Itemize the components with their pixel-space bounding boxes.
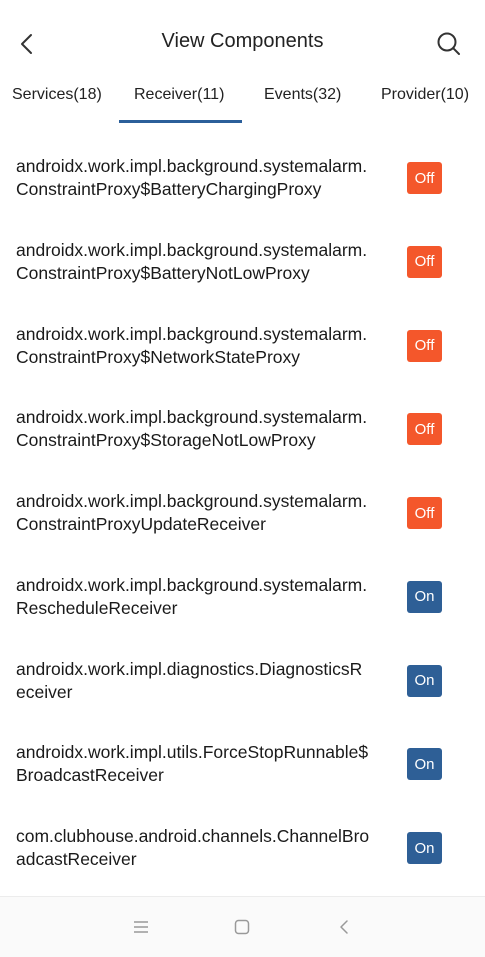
component-row[interactable]: androidx.work.impl.background.systemalar… (0, 475, 485, 559)
component-name-line-2: BroadcastReceiver (16, 765, 164, 786)
component-row[interactable]: androidx.work.impl.background.systemalar… (0, 308, 485, 392)
component-name-line-1: androidx.work.impl.background.systemalar… (16, 156, 368, 176)
component-row[interactable]: androidx.work.impl.background.systemalar… (0, 391, 485, 475)
component-name-line-1: com.clubhouse.android.channels.ChannelBr… (16, 826, 370, 846)
component-name: androidx.work.impl.background.systemalar… (16, 574, 401, 620)
component-row[interactable]: com.clubhouse.android.channels.ChannelBr… (0, 810, 485, 894)
component-name-line-1: androidx.work.impl.background.systemalar… (16, 239, 368, 260)
component-name: androidx.work.impl.utils.ForceStopRunnab… (16, 741, 401, 787)
component-row[interactable]: androidx.work.impl.diagnostics.Diagnosti… (0, 643, 485, 727)
component-name: androidx.work.impl.background.systemalar… (16, 490, 401, 536)
component-row[interactable]: androidx.work.impl.background.systemalar… (0, 559, 485, 643)
nav-home-button[interactable] (230, 915, 254, 939)
toggle-off-button[interactable]: Off (407, 497, 442, 529)
toggle-on-button[interactable]: On (407, 748, 442, 781)
component-name-line-1: androidx.work.impl.background.systemalar… (16, 574, 368, 595)
component-name: androidx.work.impl.background.systemalar… (16, 406, 401, 452)
search-button[interactable] (429, 24, 469, 64)
toggle-off-button[interactable]: Off (407, 162, 442, 194)
component-name-line-2: ConstraintProxy$BatteryNotLowProxy (16, 262, 310, 283)
component-name-line-2: RescheduleReceiver (16, 597, 178, 618)
component-name-line-2: ConstraintProxyUpdateReceiver (16, 514, 266, 534)
home-icon (234, 919, 250, 935)
nav-menu-button[interactable] (129, 915, 153, 939)
menu-icon (134, 921, 148, 933)
toggle-off-button[interactable]: Off (407, 413, 442, 446)
toggle-on-button[interactable]: On (407, 832, 442, 864)
system-nav-bar (0, 896, 485, 957)
component-name: androidx.work.impl.background.systemalar… (16, 155, 401, 201)
component-name: androidx.work.impl.background.systemalar… (16, 323, 401, 369)
active-tab-indicator (119, 120, 242, 123)
tab-provider[interactable]: Provider(10) (381, 86, 469, 104)
nav-back-button[interactable] (332, 915, 356, 939)
component-name-line-2: ConstraintProxy$StorageNotLowProxy (16, 430, 316, 451)
component-name-line-1: androidx.work.impl.utils.ForceStopRunnab… (16, 742, 369, 763)
component-name-line-2: ConstraintProxy$NetworkStateProxy (16, 346, 300, 367)
tab-receiver[interactable]: Receiver(11) (134, 86, 224, 104)
component-name: androidx.work.impl.diagnostics.Diagnosti… (16, 658, 401, 704)
tab-events[interactable]: Events(32) (264, 86, 341, 104)
component-name-line-1: androidx.work.impl.background.systemalar… (16, 407, 368, 428)
component-name-line-2: eceiver (16, 681, 73, 702)
component-row[interactable]: androidx.work.impl.background.systemalar… (0, 140, 485, 224)
component-name-line-1: androidx.work.impl.diagnostics.Diagnosti… (16, 658, 363, 679)
search-icon (437, 32, 460, 55)
tab-bar: Services(18) Receiver(11) Events(32) Pro… (0, 74, 485, 124)
component-name-line-1: androidx.work.impl.background.systemalar… (16, 491, 368, 511)
component-name-line-2: adcastReceiver (16, 849, 137, 869)
toggle-off-button[interactable]: Off (407, 329, 442, 362)
toggle-on-button[interactable]: On (407, 580, 442, 613)
page-title: View Components (161, 30, 324, 52)
toggle-off-button[interactable]: Off (407, 245, 442, 278)
component-row[interactable]: androidx.work.impl.utils.ForceStopRunnab… (0, 726, 485, 810)
component-name: com.clubhouse.android.channels.ChannelBr… (16, 825, 401, 871)
component-list: androidx.work.impl.background.systemalar… (0, 140, 485, 894)
component-name-line-1: androidx.work.impl.background.systemalar… (16, 323, 368, 344)
component-name: androidx.work.impl.background.systemalar… (16, 239, 401, 285)
component-row[interactable]: androidx.work.impl.background.systemalar… (0, 224, 485, 308)
back-icon (340, 920, 348, 934)
component-name-line-2: ConstraintProxy$BatteryChargingProxy (16, 179, 322, 199)
toggle-on-button[interactable]: On (407, 664, 442, 697)
tab-services[interactable]: Services(18) (12, 86, 102, 104)
